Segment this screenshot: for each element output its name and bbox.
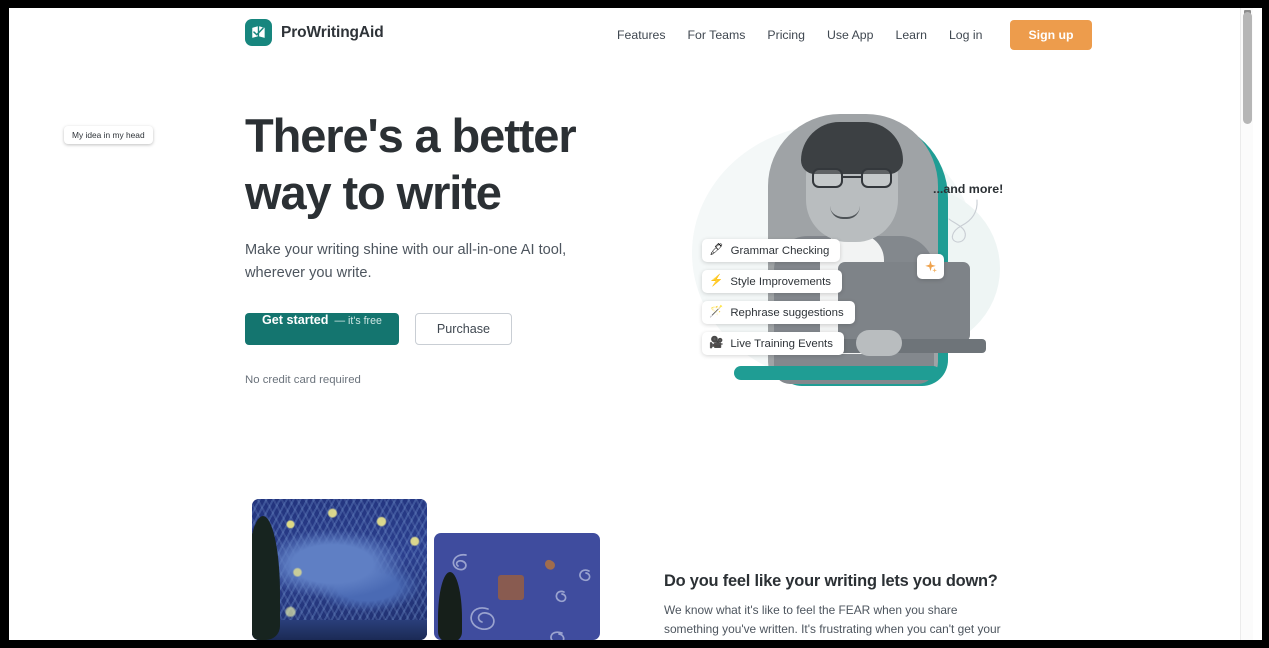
video-camera-icon: 🎥: [709, 336, 724, 349]
nav-item-pricing[interactable]: Pricing: [756, 21, 816, 49]
hero-section: There's a better way to write Make your …: [245, 107, 645, 386]
book-check-logo-icon: [245, 19, 272, 46]
nav-item-use-app[interactable]: Use App: [816, 21, 885, 49]
laptop-screen: [838, 262, 970, 342]
sparkles-icon: [917, 254, 944, 279]
magic-wand-icon: 🪄: [709, 305, 724, 318]
simplified-drawing-image: [434, 533, 600, 640]
feature-chip-rephrase-suggestions: 🪄 Rephrase suggestions: [702, 301, 855, 324]
illustration-baseline: [734, 366, 940, 380]
hero-illustration: 🖋 Grammar Checking ⚡ Style Improvements …: [660, 94, 1020, 399]
feature-chip-label: Rephrase suggestions: [730, 306, 844, 319]
feature-chip-live-training-events: 🎥 Live Training Events: [702, 332, 844, 355]
hero-title: There's a better way to write: [245, 109, 577, 219]
glasses-icon: [812, 168, 892, 188]
lower-section-body: We know what it's like to feel the FEAR …: [664, 603, 1001, 636]
lightning-bolt-icon: ⚡: [709, 274, 724, 287]
main-nav: Features For Teams Pricing Use App Learn…: [606, 20, 1092, 50]
and-more-annotation: ...and more!: [933, 182, 1004, 196]
purchase-button[interactable]: Purchase: [414, 313, 513, 345]
page-scrollbar-thumb[interactable]: [1243, 12, 1252, 124]
person-hand: [856, 330, 902, 356]
nav-item-for-teams[interactable]: For Teams: [677, 21, 757, 49]
hero-subtitle: Make your writing shine with our all-in-…: [245, 242, 567, 281]
annotation-pointer-line: [948, 199, 978, 243]
starry-night-caption: My idea in my head: [64, 126, 153, 144]
brand-name: ProWritingAid: [281, 23, 384, 41]
lower-section-title: Do you feel like your writing lets you d…: [664, 572, 998, 590]
nav-item-log-in[interactable]: Log in: [938, 21, 994, 49]
hero-actions: Get started — it's free Purchase: [245, 313, 645, 345]
sign-up-button[interactable]: Sign up: [1010, 20, 1092, 50]
feature-chip-style-improvements: ⚡ Style Improvements: [702, 270, 842, 293]
feature-chip-label: Live Training Events: [730, 337, 833, 350]
lower-section: Do you feel like your writing lets you d…: [664, 572, 1014, 640]
feature-chip-label: Grammar Checking: [730, 244, 830, 257]
nav-item-features[interactable]: Features: [606, 21, 677, 49]
person-hair: [801, 122, 903, 174]
nav-item-learn[interactable]: Learn: [884, 21, 937, 49]
site-header: ProWritingAid Features For Teams Pricing…: [9, 8, 1253, 64]
feature-chip-grammar-checking: 🖋 Grammar Checking: [702, 239, 841, 262]
feature-chip-label: Style Improvements: [730, 275, 831, 288]
get-started-label: Get started: [262, 313, 329, 327]
starry-night-image: [252, 499, 427, 640]
laptop-base: [822, 339, 986, 353]
pen-icon: 🖋: [709, 243, 724, 256]
get-started-sublabel: — it's free: [334, 315, 382, 327]
page-canvas: ProWritingAid Features For Teams Pricing…: [9, 8, 1253, 640]
get-started-button[interactable]: Get started — it's free: [245, 313, 399, 345]
no-credit-card-note: No credit card required: [245, 374, 361, 386]
browser-viewport: ProWritingAid Features For Teams Pricing…: [9, 8, 1262, 640]
page-scrollbar-track[interactable]: [1240, 8, 1253, 640]
brand-logo[interactable]: ProWritingAid: [245, 19, 384, 46]
